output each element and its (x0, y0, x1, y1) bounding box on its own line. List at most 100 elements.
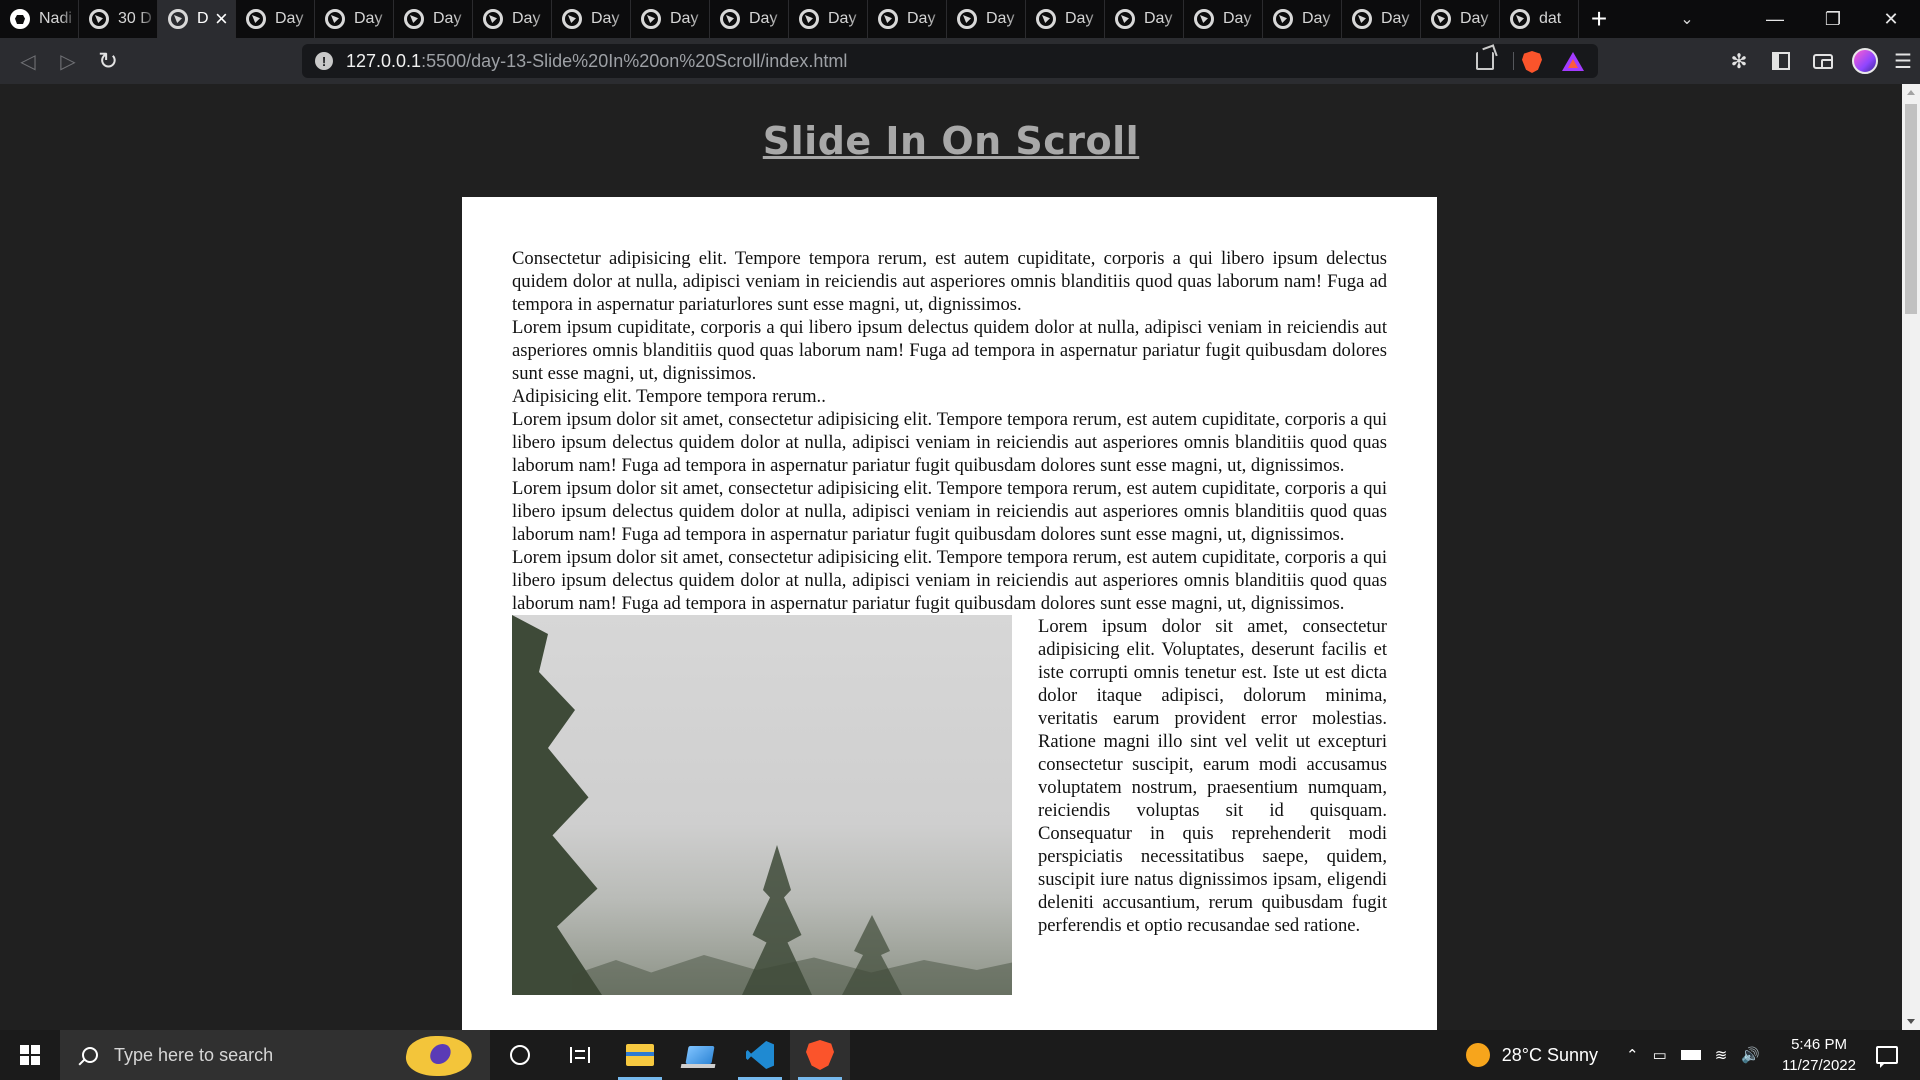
battery-icon[interactable] (1680, 1050, 1701, 1060)
vertical-scrollbar[interactable] (1902, 84, 1920, 1030)
tab[interactable]: Day (236, 0, 315, 38)
scroll-down-arrow-icon[interactable] (1907, 1019, 1915, 1024)
brave-shields-icon[interactable] (1522, 51, 1542, 73)
tab[interactable]: Day (1184, 0, 1263, 38)
close-tab-icon[interactable]: × (215, 6, 228, 32)
folder-icon (626, 1044, 654, 1066)
volume-icon[interactable]: 🔊 (1741, 1046, 1760, 1064)
extensions-puzzle-icon[interactable]: ✻ (1718, 38, 1760, 84)
wifi-icon[interactable]: ≋ (1715, 1046, 1728, 1064)
tab-title-fade (770, 0, 788, 38)
task-view-button[interactable] (550, 1030, 610, 1080)
tab-title-fade (1244, 0, 1262, 38)
url-path: :5500/day-13-Slide%20In%20on%20Scroll/in… (421, 50, 848, 71)
windows-logo-icon (20, 1045, 40, 1065)
sun-weather-icon[interactable] (1465, 1043, 1490, 1067)
globe-icon (562, 9, 582, 29)
profile-avatar[interactable] (1844, 38, 1886, 84)
clock-time: 5:46 PM (1791, 1036, 1847, 1053)
back-button[interactable]: ◁ (8, 41, 48, 81)
site-info-icon[interactable]: ! (315, 52, 333, 70)
taskbar-search-box[interactable]: Type here to search (60, 1030, 490, 1080)
tab[interactable]: 30 Days (79, 0, 158, 38)
tab-title-fade (454, 0, 472, 38)
globe-icon (1115, 9, 1135, 29)
minimize-button[interactable]: — (1746, 0, 1804, 38)
tab-title-fade (928, 0, 946, 38)
github-icon (10, 9, 30, 29)
tab[interactable]: Day (315, 0, 394, 38)
search-highlight-art-icon[interactable] (401, 1036, 477, 1076)
globe-icon (404, 9, 424, 29)
tab[interactable]: Day (789, 0, 868, 38)
globe-icon (1431, 9, 1451, 29)
share-icon[interactable] (1476, 52, 1494, 70)
clock[interactable]: 5:46 PM 11/27/2022 (1782, 1034, 1856, 1076)
tab[interactable]: Day (868, 0, 947, 38)
brave-browser-button[interactable] (790, 1030, 850, 1080)
tab[interactable]: Day (1342, 0, 1421, 38)
tab-title-fade (612, 0, 630, 38)
sidebar-toggle-icon[interactable] (1760, 38, 1802, 84)
tab[interactable]: Day (1105, 0, 1184, 38)
windows-taskbar: Type here to search 28°C Sunny ⌃ ▭ ≋ 🔊 5… (0, 1030, 1920, 1080)
task-view-icon (570, 1047, 590, 1063)
globe-icon (799, 9, 819, 29)
reload-button[interactable]: ↻ (88, 41, 128, 81)
tab-title-fade (1323, 0, 1341, 38)
cortana-button[interactable] (490, 1030, 550, 1080)
tab[interactable]: Day (473, 0, 552, 38)
page-viewport: Slide In On Scroll Consectetur adipisici… (0, 84, 1902, 1030)
remote-desktop-button[interactable] (670, 1030, 730, 1080)
tab[interactable]: Day (1421, 0, 1500, 38)
paragraph-list: Consectetur adipisicing elit. Tempore te… (512, 247, 1387, 615)
weather-text[interactable]: 28°C Sunny (1502, 1045, 1598, 1066)
globe-icon (89, 9, 109, 29)
globe-icon (957, 9, 977, 29)
page-title: Slide In On Scroll (762, 119, 1140, 163)
address-bar[interactable]: ! 127.0.0.1:5500/day-13-Slide%20In%20on%… (302, 44, 1598, 78)
tab[interactable]: Day (947, 0, 1026, 38)
tab[interactable]: Day (710, 0, 789, 38)
body-paragraph: Consectetur adipisicing elit. Tempore te… (512, 248, 1387, 315)
brave-rewards-icon[interactable] (1562, 52, 1584, 71)
tab[interactable]: Day (552, 0, 631, 38)
tab[interactable]: Day (631, 0, 710, 38)
tab[interactable]: Nadir (0, 0, 79, 38)
tab-title-fade (1165, 0, 1183, 38)
scroll-up-arrow-icon[interactable] (1907, 90, 1915, 95)
window-controls: ⌄ — ❐ ✕ (1658, 0, 1920, 38)
toolbar-actions: ✻ ☰ (1718, 38, 1920, 84)
tab-title-fade (849, 0, 867, 38)
restore-button[interactable]: ❐ (1804, 0, 1862, 38)
vscode-button[interactable] (730, 1030, 790, 1080)
tab-title-fade (1007, 0, 1025, 38)
globe-icon (1352, 9, 1372, 29)
tab[interactable]: Day (1263, 0, 1342, 38)
body-paragraph: Adipisicing elit. Tempore tempora rerum.… (512, 386, 826, 407)
browser-toolbar: ◁ ▷ ↻ ! 127.0.0.1:5500/day-13-Slide%20In… (0, 38, 1920, 84)
tab[interactable]: Day (1026, 0, 1105, 38)
tab-title-fade (533, 0, 551, 38)
forward-button[interactable]: ▷ (48, 41, 88, 81)
close-window-button[interactable]: ✕ (1862, 0, 1920, 38)
meet-now-icon[interactable]: ▭ (1653, 1046, 1667, 1064)
start-button[interactable] (0, 1030, 60, 1080)
wallet-icon[interactable] (1802, 38, 1844, 84)
pine-tree-left (512, 615, 602, 995)
tab-search-chevron-icon[interactable]: ⌄ (1658, 0, 1716, 38)
notification-center-icon[interactable] (1876, 1046, 1898, 1068)
tab[interactable]: Day (394, 0, 473, 38)
globe-icon (641, 9, 661, 29)
image-text-row: Lorem ipsum dolor sit amet, consectetur … (512, 615, 1387, 995)
body-paragraph: Lorem ipsum dolor sit amet, consectetur … (512, 547, 1387, 614)
chevron-up-icon[interactable]: ⌃ (1626, 1046, 1639, 1064)
menu-hamburger-icon[interactable]: ☰ (1886, 38, 1920, 84)
new-tab-button[interactable]: + (1579, 0, 1619, 38)
scroll-thumb[interactable] (1905, 104, 1917, 314)
tab-active[interactable]: D × (158, 0, 236, 38)
file-explorer-button[interactable] (610, 1030, 670, 1080)
tab[interactable]: dat (1500, 0, 1579, 38)
tab-title-fade (1086, 0, 1104, 38)
brave-lion-icon (806, 1040, 834, 1070)
